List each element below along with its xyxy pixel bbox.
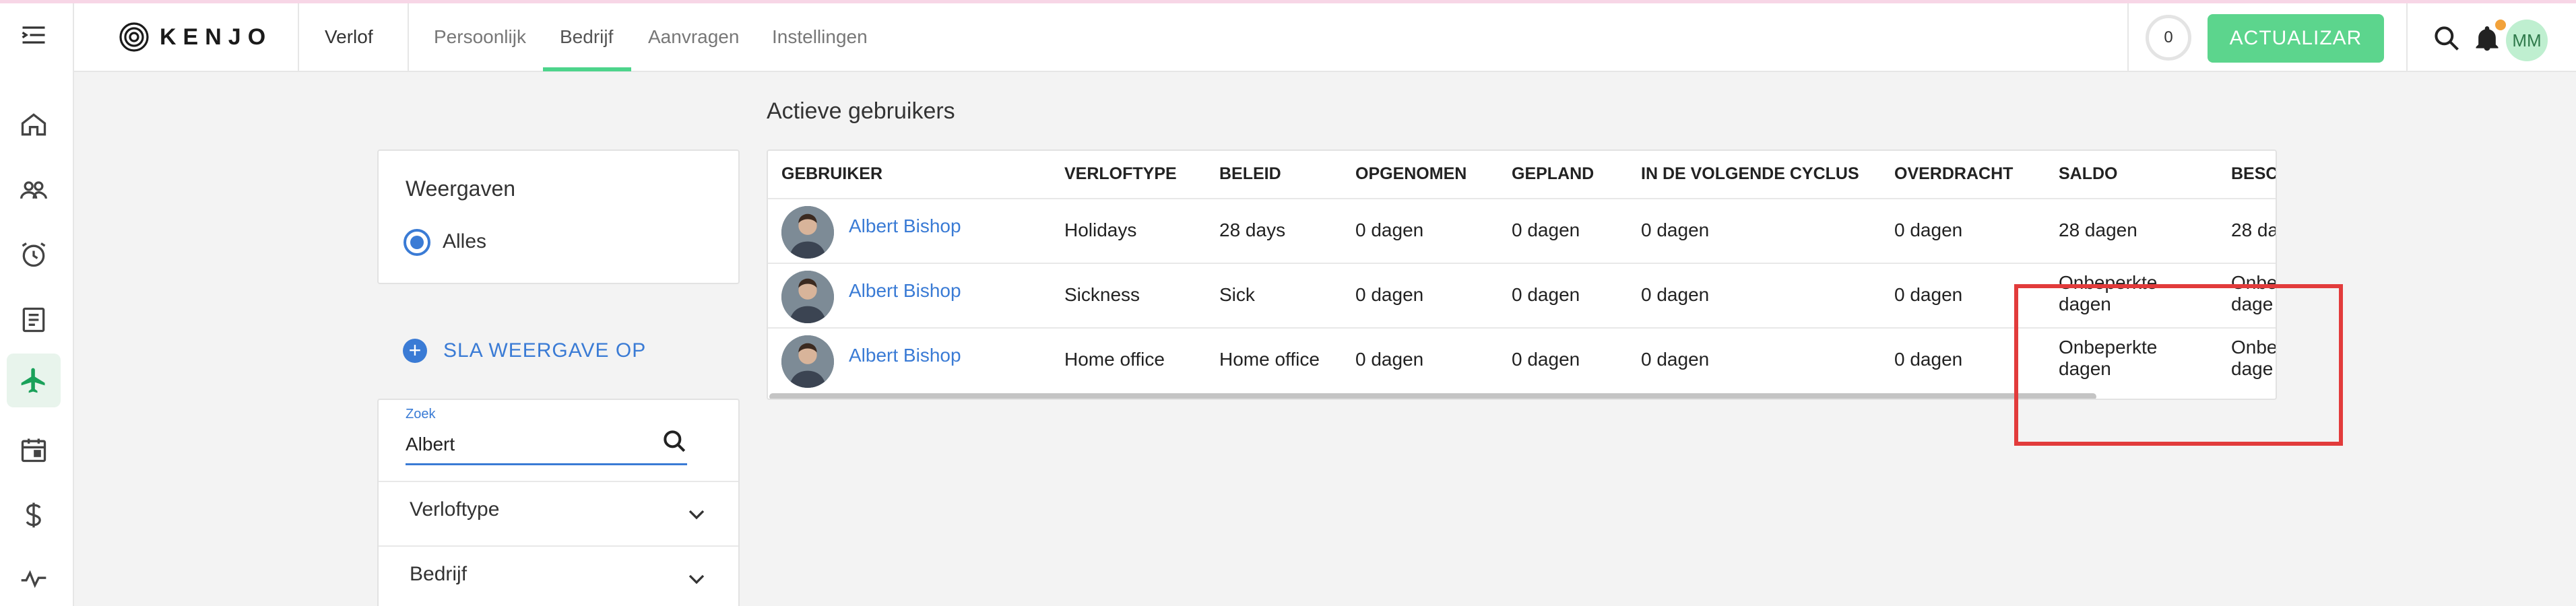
cell-planned: 0 dagen <box>1512 220 1580 240</box>
radio-alles[interactable] <box>404 229 430 256</box>
search-label: Zoek <box>406 407 436 422</box>
cell-policy: 28 days <box>1219 220 1286 240</box>
search-icon[interactable] <box>660 427 690 457</box>
radio-label-alles[interactable]: Alles <box>443 230 486 253</box>
cell-policy: Home office <box>1219 349 1320 370</box>
user-name-link[interactable]: Albert Bishop <box>849 345 961 366</box>
cell-planned: 0 dagen <box>1512 349 1580 370</box>
cell-next-cycle: 0 dagen <box>1641 284 1710 305</box>
filter-label: Verloftype <box>410 498 500 520</box>
cell-next-cycle: 0 dagen <box>1641 220 1710 240</box>
column-header[interactable]: BELEID <box>1219 164 1281 184</box>
cell-policy: Sick <box>1219 284 1255 305</box>
cell-taken: 0 dagen <box>1355 284 1424 305</box>
cell-type: Sickness <box>1064 284 1140 305</box>
notification-badge <box>2495 20 2506 30</box>
filter-label: Bedrijf <box>410 563 468 585</box>
column-header[interactable]: IN DE VOLGENDE CYCLUS <box>1641 164 1859 184</box>
user-photo <box>781 206 834 259</box>
user-name-link[interactable]: Albert Bishop <box>849 215 961 237</box>
views-card: Weergaven Alles <box>377 149 740 284</box>
cell-carryover: 0 dagen <box>1894 349 1963 370</box>
divider <box>408 3 409 71</box>
cell-type: Holidays <box>1064 220 1137 240</box>
plus-circle-icon: + <box>403 339 427 363</box>
top-bar: KENJO Verlof Persoonlijk Bedrijf Aanvrag… <box>74 3 2576 72</box>
update-button[interactable]: ACTUALIZAR <box>2208 14 2384 63</box>
filter-verloftype[interactable]: Verloftype <box>379 481 738 545</box>
cell-carryover: 0 dagen <box>1894 284 1963 305</box>
search-underline <box>406 463 687 465</box>
kenjo-logo-icon <box>119 22 149 52</box>
column-header[interactable]: GEPLAND <box>1512 164 1594 184</box>
dollar-icon[interactable] <box>17 498 51 532</box>
views-title: Weergaven <box>406 176 516 201</box>
cell-next-cycle: 0 dagen <box>1641 349 1710 370</box>
pulse-icon[interactable] <box>17 562 51 596</box>
menu-collapse-icon[interactable] <box>17 18 51 52</box>
divider <box>2406 3 2408 71</box>
highlight-annotation-box <box>2014 284 2343 446</box>
cell-carryover: 0 dagen <box>1894 220 1963 240</box>
user-photo <box>781 271 834 323</box>
sidebar <box>0 3 74 606</box>
user-photo <box>781 335 834 388</box>
column-header[interactable]: OVERDRACHT <box>1894 164 2013 184</box>
column-header[interactable]: SALDO <box>2059 164 2118 184</box>
airplane-icon[interactable] <box>7 354 61 407</box>
search-input[interactable] <box>406 430 688 459</box>
filter-panel: Zoek Verloftype Bedrijf <box>377 399 740 606</box>
cell-taken: 0 dagen <box>1355 349 1424 370</box>
cell-planned: 0 dagen <box>1512 284 1580 305</box>
cell-available: 28 da <box>2231 220 2277 240</box>
tab-aanvragen[interactable]: Aanvragen <box>648 26 739 48</box>
tab-persoonlijk[interactable]: Persoonlijk <box>434 26 526 48</box>
filter-bedrijf[interactable]: Bedrijf <box>379 545 738 606</box>
divider <box>2127 3 2129 71</box>
search-icon[interactable] <box>2432 24 2461 53</box>
progress-counter[interactable]: 0 <box>2146 15 2191 61</box>
tab-instellingen[interactable]: Instellingen <box>772 26 868 48</box>
tab-bedrijf[interactable]: Bedrijf <box>560 26 613 48</box>
logo-text: KENJO <box>160 24 273 50</box>
save-view-label: SLA WEERGAVE OP <box>443 339 647 362</box>
section-title: Actieve gebruikers <box>767 98 955 124</box>
horizontal-scrollbar[interactable] <box>769 393 2096 399</box>
save-view-button[interactable]: + SLA WEERGAVE OP <box>403 339 646 363</box>
table-row[interactable]: Albert Bishop Holidays 28 days 0 dagen 0… <box>768 198 2277 263</box>
user-avatar[interactable]: MM <box>2506 20 2548 61</box>
cell-taken: 0 dagen <box>1355 220 1424 240</box>
alarm-clock-icon[interactable] <box>17 238 51 271</box>
home-icon[interactable] <box>17 108 51 141</box>
column-header[interactable]: OPGENOMEN <box>1355 164 1467 184</box>
module-title: Verlof <box>325 26 373 47</box>
column-header[interactable]: VERLOFTYPE <box>1064 164 1177 184</box>
user-name-link[interactable]: Albert Bishop <box>849 280 961 302</box>
document-icon[interactable] <box>17 303 51 337</box>
kenjo-logo[interactable]: KENJO <box>118 21 272 53</box>
active-tab-indicator <box>543 67 631 71</box>
chevron-down-icon <box>688 574 705 584</box>
cell-type: Home office <box>1064 349 1165 370</box>
calendar-icon[interactable] <box>17 433 51 467</box>
people-icon[interactable] <box>17 173 51 207</box>
divider <box>298 3 299 71</box>
chevron-down-icon <box>688 510 705 520</box>
column-header[interactable]: BESCI <box>2231 164 2276 184</box>
cell-balance: 28 dagen <box>2059 220 2137 240</box>
column-header[interactable]: GEBRUIKER <box>781 164 882 184</box>
